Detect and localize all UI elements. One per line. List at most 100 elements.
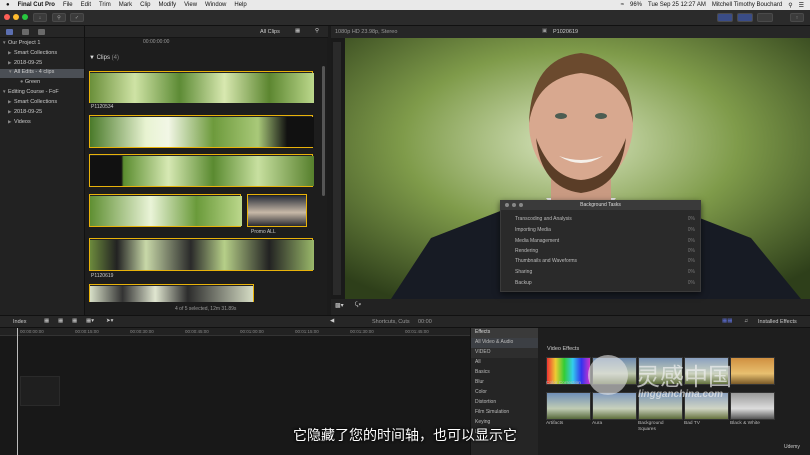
menu-clip[interactable]: Clip <box>140 2 150 8</box>
share-button[interactable]: ↑ <box>790 13 804 22</box>
view-options-button[interactable]: ▩▾ <box>335 302 344 309</box>
menu-list-icon[interactable]: ☰ <box>799 2 804 9</box>
user-name[interactable]: Mitchell Timothy Bouchard <box>712 2 782 8</box>
titles-icon[interactable] <box>38 29 45 35</box>
library-item[interactable]: ▶ Smart Collections <box>8 50 57 56</box>
overwrite-icon[interactable]: ▦▾ <box>86 318 94 324</box>
zoom-icon[interactable] <box>519 203 523 207</box>
clip-thumbnail <box>90 73 314 103</box>
effects-category[interactable]: Blur <box>471 378 538 388</box>
library-item[interactable]: ▶ Smart Collections <box>8 99 57 105</box>
ruler-tick: 00:01:15:00 <box>295 329 319 334</box>
library-item[interactable]: ▶ 2018-09-25 <box>8 60 42 66</box>
wifi-icon[interactable]: ≈ <box>621 2 624 8</box>
menu-view[interactable]: View <box>184 2 197 8</box>
timeline-ruler[interactable]: 00:00:00:00 00:00:15:00 00:00:30:00 00:0… <box>0 328 470 336</box>
effects-category[interactable]: All <box>471 358 538 368</box>
task-row[interactable]: Thumbnails and Waveforms 0% <box>515 258 695 264</box>
clip-strip[interactable] <box>89 194 242 227</box>
menu-help[interactable]: Help <box>234 2 246 8</box>
menu-window[interactable]: Window <box>205 2 226 8</box>
menu-modify[interactable]: Modify <box>158 2 176 8</box>
select-tool-icon[interactable]: ➤▾ <box>106 318 113 324</box>
import-button[interactable]: ↓ <box>33 13 47 22</box>
libraries-icon[interactable] <box>6 29 13 35</box>
viewer-clip-name: P1020619 <box>553 29 579 35</box>
clock[interactable]: Tue Sep 25 12:27 AM <box>648 2 706 8</box>
keywords-button[interactable]: ⚲ <box>52 13 66 22</box>
headphones-icon[interactable]: ♫ <box>744 318 748 324</box>
inspector-toggle-button[interactable] <box>757 13 773 22</box>
menu-mark[interactable]: Mark <box>119 2 132 8</box>
clip-strip[interactable] <box>247 194 307 227</box>
effects-category[interactable]: Film Simulation <box>471 408 538 418</box>
minimize-icon[interactable] <box>512 203 516 207</box>
clip-thumbnail <box>90 156 314 186</box>
effects-category[interactable]: All Video & Audio <box>471 338 538 348</box>
library-item[interactable]: ▶ 2018-09-25 <box>8 109 42 115</box>
library-item[interactable]: ▼ Our Project 1 <box>2 40 40 46</box>
ruler-tick: 00:00:30:00 <box>130 329 154 334</box>
audio-skimming-icon[interactable]: ▦▦ <box>722 318 732 324</box>
effect-tile[interactable] <box>546 392 591 420</box>
clip-appearance-icon[interactable]: ▦ <box>44 318 49 324</box>
effects-category[interactable]: Distortion <box>471 398 538 408</box>
installed-effects-popup[interactable]: Installed Effects <box>758 319 797 325</box>
insert-icon[interactable]: ▦ <box>72 318 77 324</box>
zoom-window-button[interactable] <box>22 14 28 20</box>
clip-thumbnail <box>248 196 306 226</box>
background-tasks-button[interactable]: ✓ <box>70 13 84 22</box>
viewer-bottom-bar: ▩▾ ⤹▾ <box>331 299 810 315</box>
task-row[interactable]: Sharing 0% <box>515 269 695 275</box>
library-item-selected[interactable]: ▼ All Edits - 4 clips <box>0 69 84 78</box>
app-menu[interactable]: Final Cut Pro <box>18 2 55 8</box>
task-row[interactable]: Rendering 0% <box>515 248 695 254</box>
timeline-toggle-button[interactable] <box>737 13 753 22</box>
minimize-window-button[interactable] <box>13 14 19 20</box>
ruler-tick: 00:00:45:00 <box>185 329 209 334</box>
clip-strip[interactable] <box>89 71 314 103</box>
search-icon[interactable]: ⚲ <box>788 2 792 9</box>
library-item[interactable]: ▼ Editing Course - FoF <box>2 89 59 95</box>
effects-category[interactable]: Basics <box>471 368 538 378</box>
append-icon[interactable]: ▦ <box>58 318 63 324</box>
browser-status: 4 of 5 selected, 12m 31.89s <box>175 306 237 312</box>
task-row[interactable]: Backup 0% <box>515 280 695 286</box>
task-row[interactable]: Transcoding and Analysis 0% <box>515 216 695 222</box>
clip-strip[interactable] <box>89 115 314 148</box>
timeline-toolbar: Index ▦ ▦ ▦ ▦▾ ➤▾ ◀ Shortcuts, Cuts 00:0… <box>0 315 810 328</box>
clip-strip[interactable] <box>89 238 314 271</box>
ruler-tick: 00:01:00:00 <box>240 329 264 334</box>
library-item[interactable]: ● Green <box>20 79 40 85</box>
browser-scrollbar[interactable] <box>322 66 325 196</box>
browser-toggle-button[interactable] <box>717 13 733 22</box>
disclosure-icon[interactable]: ▼ <box>89 55 97 61</box>
empty-storyline[interactable] <box>20 376 60 406</box>
menu-edit[interactable]: Edit <box>81 2 91 8</box>
transform-button[interactable]: ⤹▾ <box>355 302 361 309</box>
ruler-tick: 00:00:00:00 <box>20 329 44 334</box>
effects-category[interactable]: VIDEO <box>471 348 538 358</box>
photos-icon[interactable] <box>22 29 29 35</box>
library-item[interactable]: ▶ Videos <box>8 119 31 125</box>
menu-file[interactable]: File <box>63 2 73 8</box>
menu-trim[interactable]: Trim <box>99 2 111 8</box>
task-row[interactable]: Importing Media 0% <box>515 227 695 233</box>
apple-menu-icon[interactable]: ● <box>6 2 10 8</box>
index-button[interactable]: Index <box>13 319 26 325</box>
clip-strip[interactable] <box>89 154 314 187</box>
ruler-tick: 00:01:45:00 <box>405 329 429 334</box>
search-icon[interactable]: ⚲ <box>315 28 319 34</box>
task-row[interactable]: Media Management 0% <box>515 238 695 244</box>
back-arrow-icon[interactable]: ◀ <box>330 318 334 324</box>
menu-bar: ● Final Cut Pro File Edit Trim Mark Clip… <box>0 0 810 10</box>
browser-timecode: 00:00:00:00 <box>143 39 170 45</box>
close-icon[interactable] <box>505 203 509 207</box>
clip-strip[interactable] <box>89 284 254 302</box>
section-header[interactable]: ▼ Clips (4) <box>89 55 119 61</box>
battery-percent[interactable]: 96% <box>630 2 642 8</box>
filter-popup[interactable]: All Clips <box>260 29 280 35</box>
close-window-button[interactable] <box>4 14 10 20</box>
browser-settings-icon[interactable]: ▦ <box>295 28 300 34</box>
effects-category[interactable]: Color <box>471 388 538 398</box>
